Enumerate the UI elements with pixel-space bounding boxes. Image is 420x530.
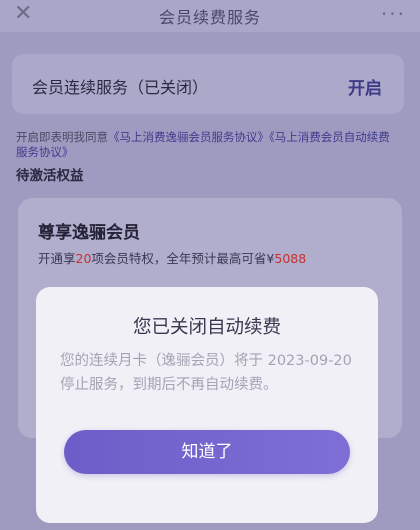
vip-desc-middle: 项会员特权，全年预计最高可省¥: [91, 251, 275, 266]
vip-saving-amount: 5088: [274, 251, 307, 266]
vip-description: 开通享20项会员特权，全年预计最高可省¥5088: [38, 248, 306, 267]
vip-benefit-count: 20: [75, 251, 92, 266]
vip-title: 尊享逸骊会员: [38, 223, 140, 243]
pending-benefits-heading: 待激活权益: [16, 168, 84, 184]
nav-bar: ✕ 会员续费服务 ···: [0, 0, 420, 32]
agreement-text: 开启即表明我同意《马上消费逸骊会员服务协议》《马上消费会员自动续费服务协议》: [16, 130, 396, 160]
service-card: 会员连续服务（已关闭） 开启: [12, 54, 404, 114]
service-status-label: 会员连续服务（已关闭）: [32, 78, 209, 97]
dialog-message: 您的连续月卡（逸骊会员）将于 2023-09-20 停止服务，到期后不再自动续费…: [60, 353, 352, 393]
dialog-title: 您已关闭自动续费: [132, 317, 281, 338]
page-title: 会员续费服务: [158, 8, 261, 27]
vip-desc-prefix: 开通享: [38, 251, 76, 266]
more-icon[interactable]: ···: [381, 2, 406, 26]
acknowledge-button[interactable]: 知道了: [64, 430, 350, 474]
enable-button[interactable]: 开启: [348, 74, 382, 99]
agreement-prefix: 开启即表明我同意: [16, 130, 108, 144]
agreement-link-membership[interactable]: 《马上消费逸骊会员服务协议》: [108, 130, 269, 144]
auto-renew-closed-dialog: 您已关闭自动续费 您的连续月卡（逸骊会员）将于 2023-09-20 停止服务，…: [36, 287, 378, 523]
